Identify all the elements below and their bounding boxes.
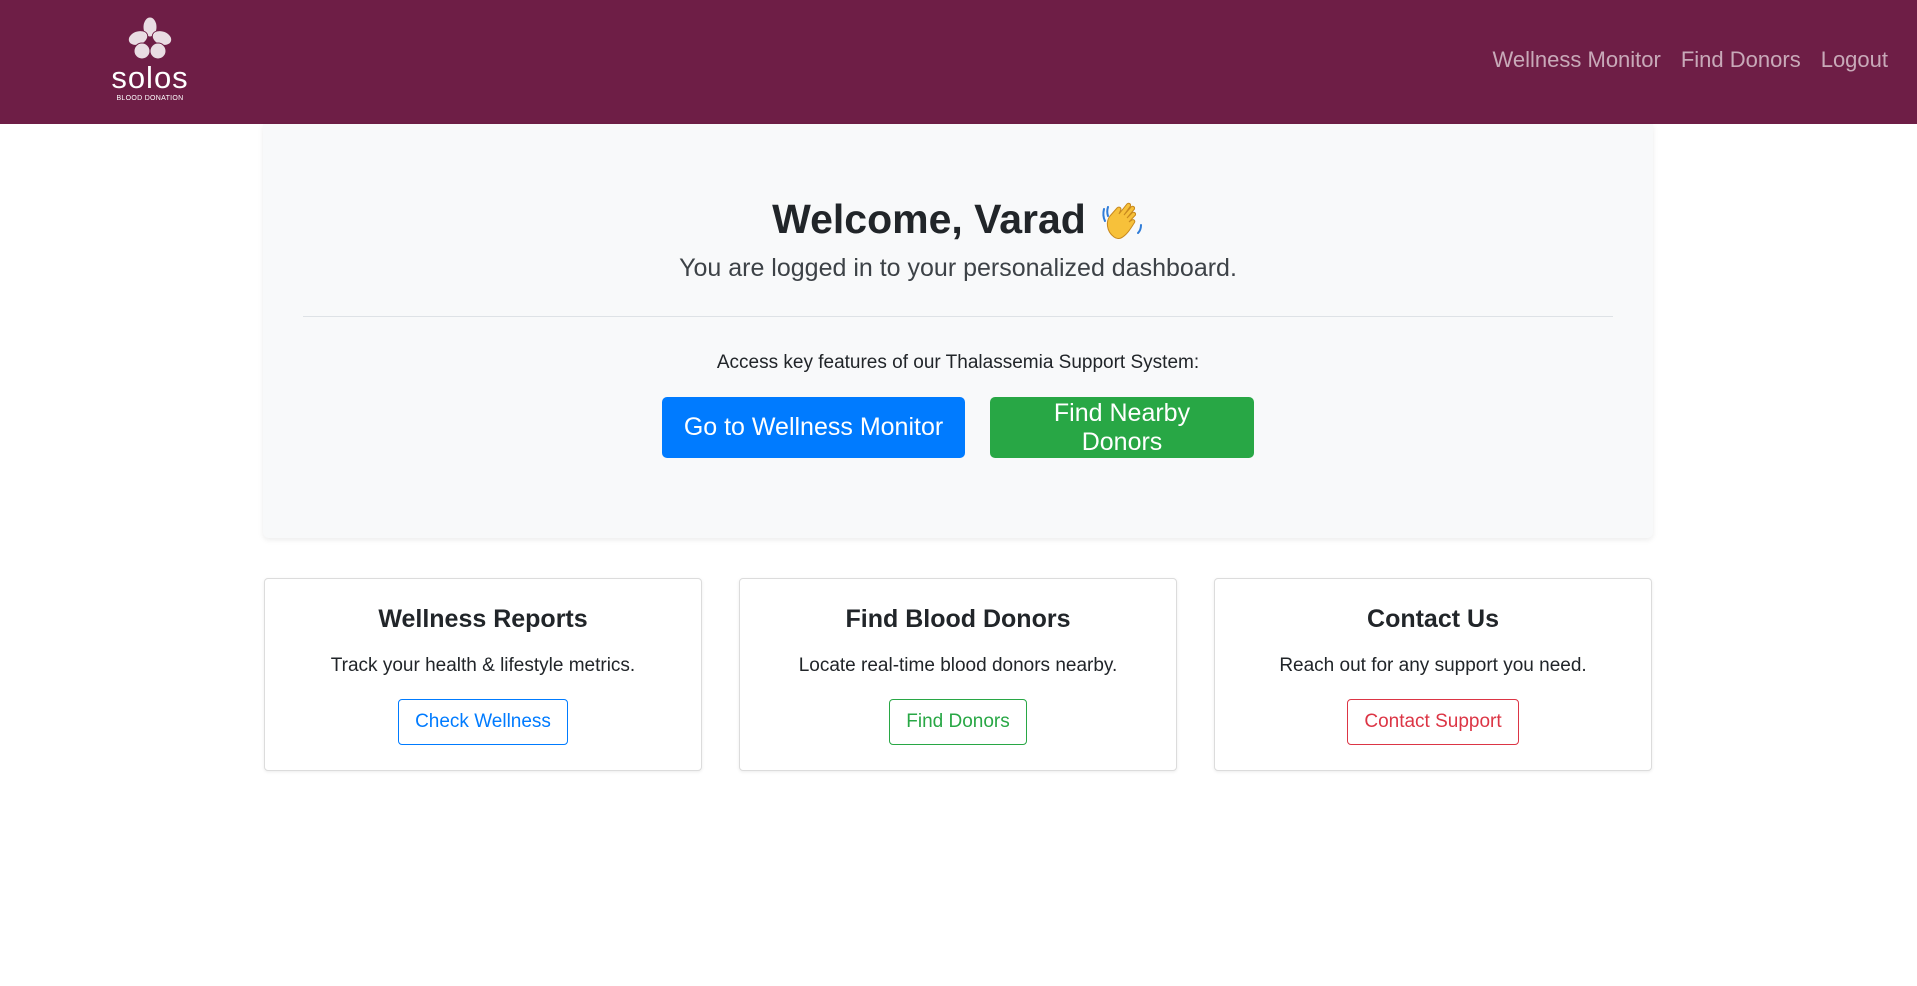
cta-buttons: Go to Wellness Monitor Find Nearby Donor… [263,397,1653,458]
nav-link-logout[interactable]: Logout [1821,47,1888,73]
find-nearby-donors-button[interactable]: Find Nearby Donors [990,397,1254,458]
contact-support-button[interactable]: Contact Support [1347,699,1519,745]
dashboard-lead-text: You are logged in to your personalized d… [679,254,1237,282]
welcome-row: Welcome, Varad [263,195,1653,243]
card-text: Locate real-time blood donors nearby. [798,655,1118,676]
card-text: Track your health & lifestyle metrics. [330,655,636,676]
nav-links: Wellness Monitor Find Donors Logout [1493,47,1888,73]
wellness-reports-card: Wellness Reports Track your health & lif… [264,578,702,771]
card-actions: Contact Support [1215,699,1651,745]
brand-name: solos [111,60,189,95]
waving-hand-icon [1102,202,1142,240]
navbar: solos BLOOD DONATION Wellness Monitor Fi… [0,0,1917,124]
card-actions: Check Wellness [265,699,701,745]
nav-link-wellness-monitor[interactable]: Wellness Monitor [1493,47,1661,73]
divider [303,316,1613,317]
flower-logo-icon [127,16,173,60]
find-donors-button[interactable]: Find Donors [889,699,1027,745]
brand-logo[interactable]: solos BLOOD DONATION [104,16,196,108]
welcome-heading: Welcome, Varad [772,196,1086,242]
card-actions: Find Donors [740,699,1176,745]
nav-link-find-donors[interactable]: Find Donors [1681,47,1801,73]
card-title: Contact Us [1367,605,1499,633]
check-wellness-button[interactable]: Check Wellness [398,699,568,745]
card-text: Reach out for any support you need. [1279,655,1587,676]
go-to-wellness-monitor-button[interactable]: Go to Wellness Monitor [662,397,965,458]
card-title: Find Blood Donors [845,605,1071,633]
feature-cards: Wellness Reports Track your health & lif… [264,578,1652,771]
access-features-text: Access key features of our Thalassemia S… [716,352,1200,373]
card-title: Wellness Reports [378,605,588,633]
brand-tagline: BLOOD DONATION [116,95,184,102]
contact-us-card: Contact Us Reach out for any support you… [1214,578,1652,771]
welcome-jumbotron: Welcome, Varad You are logged in to your… [263,124,1653,538]
find-blood-donors-card: Find Blood Donors Locate real-time blood… [739,578,1177,771]
